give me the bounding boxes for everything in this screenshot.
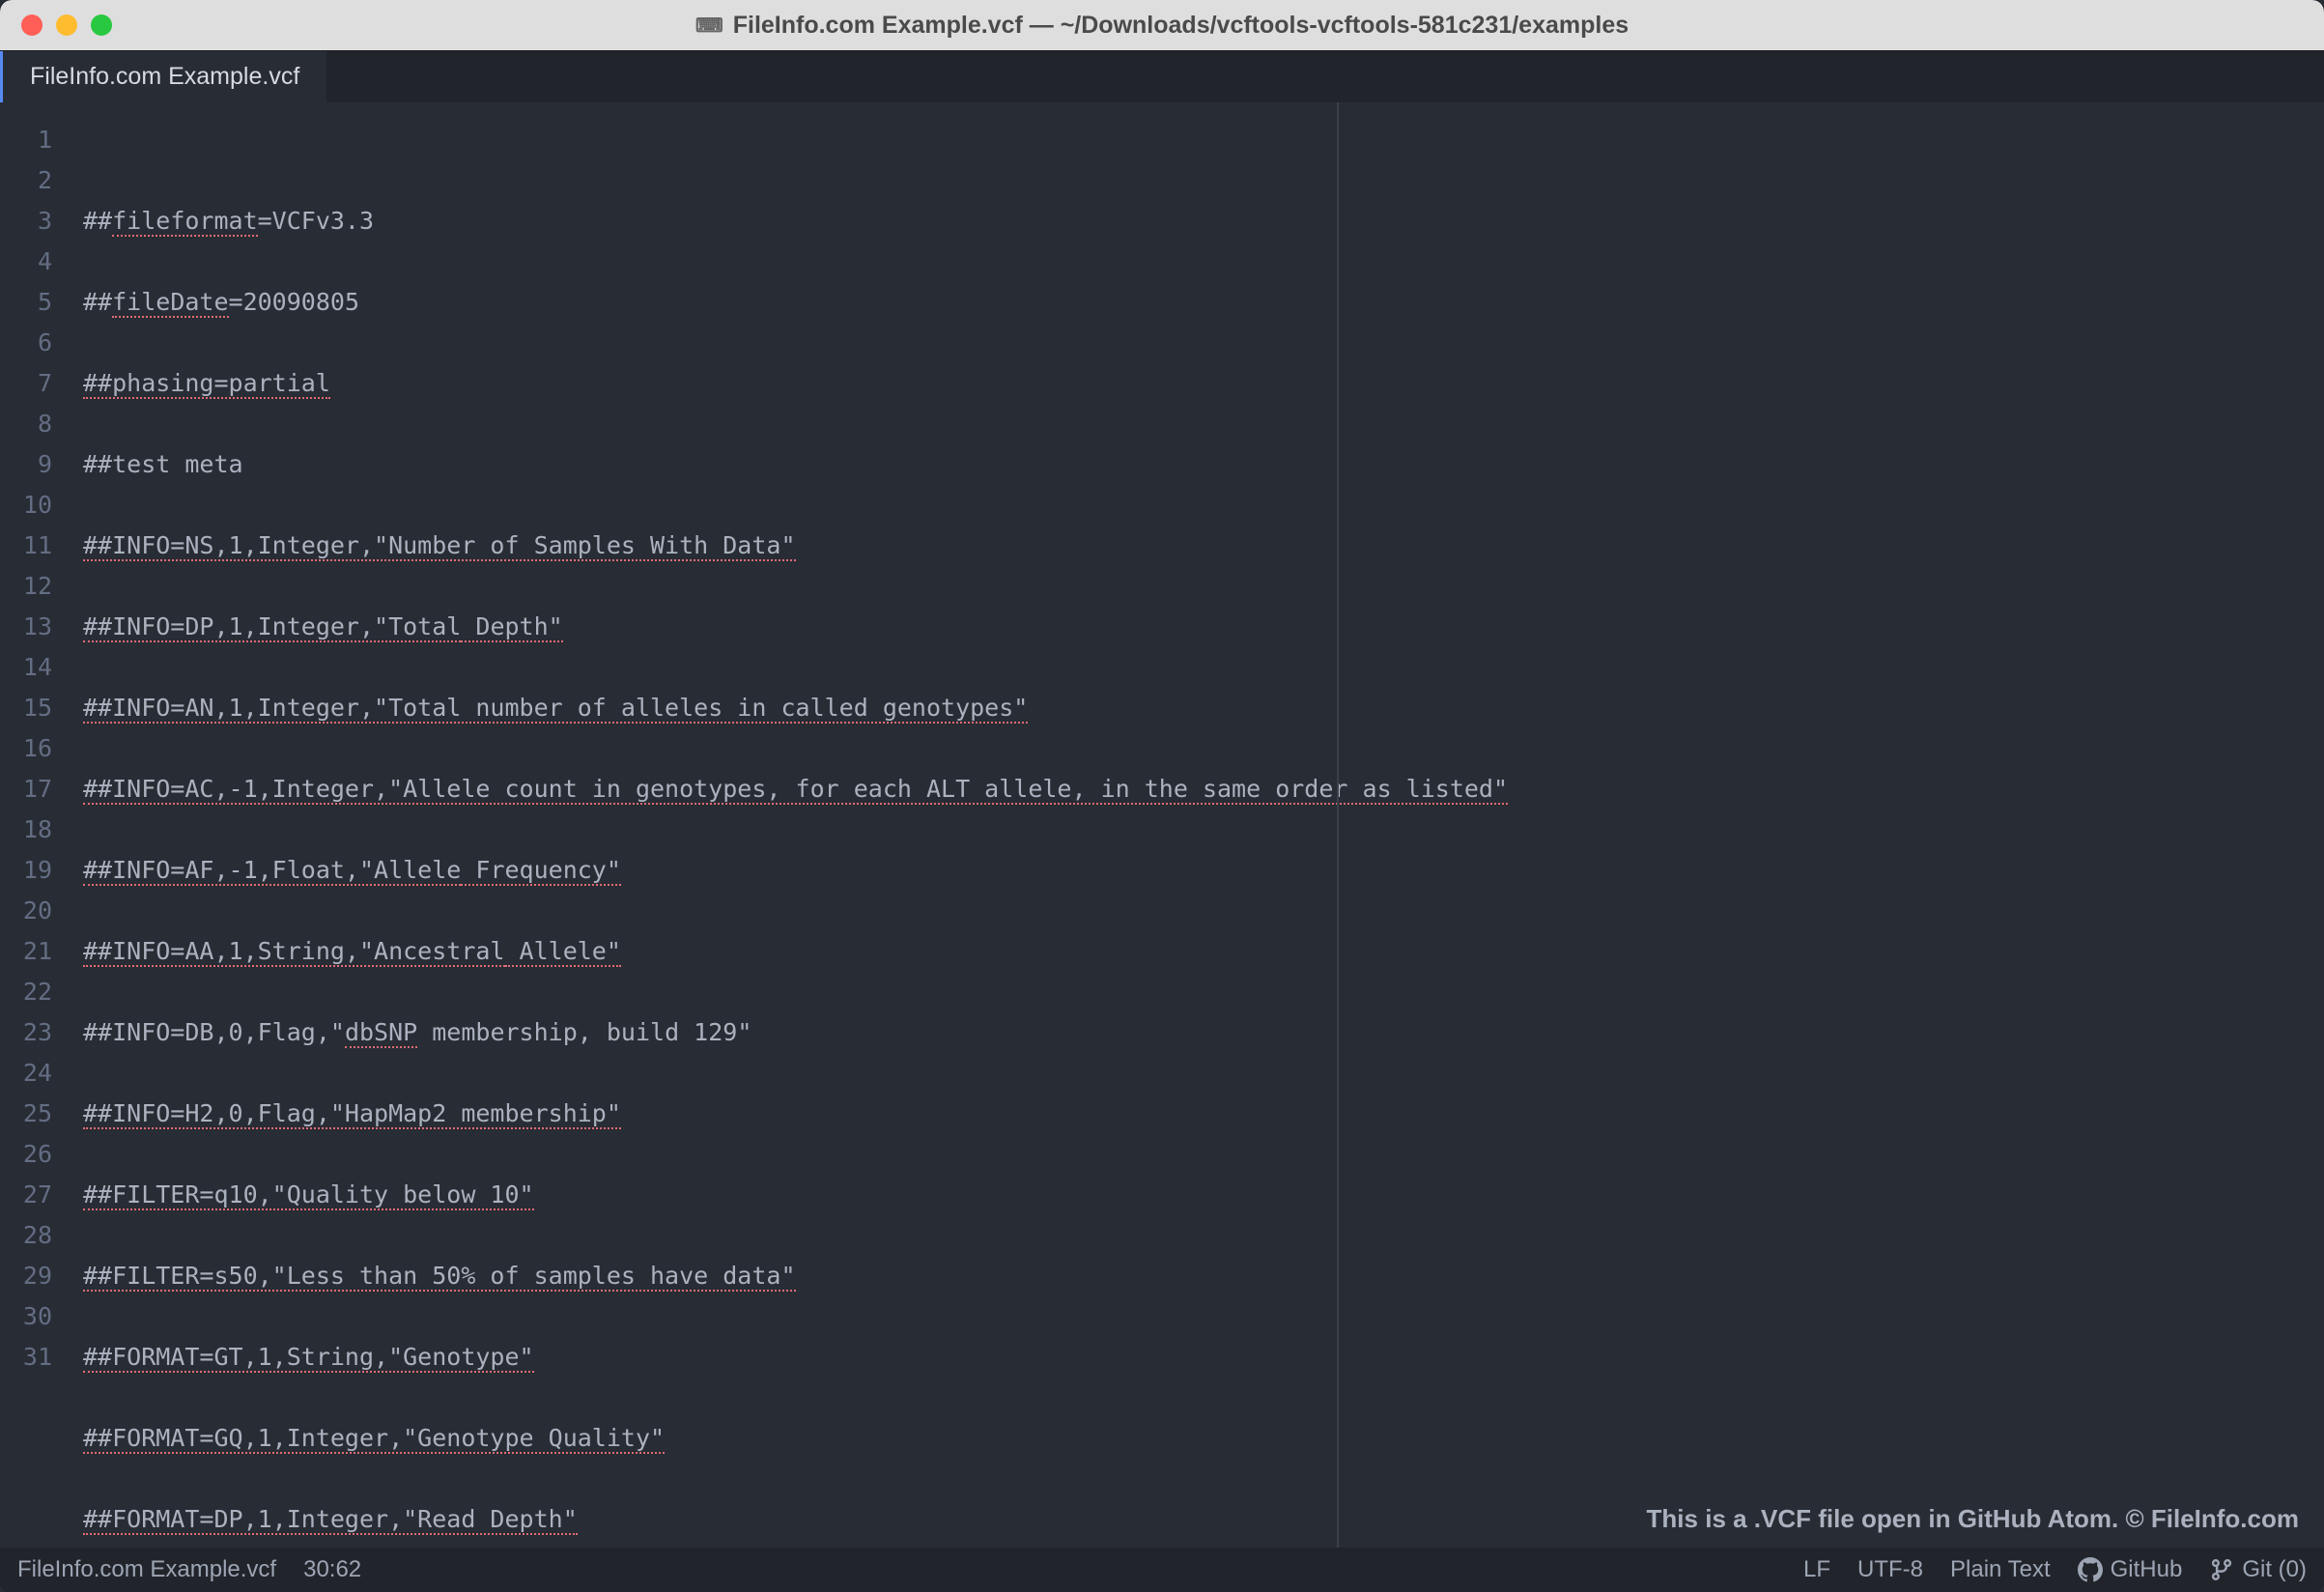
code-line: ##FORMAT=GT,1,String,"Genotype" <box>83 1337 2324 1378</box>
line-number: 10 <box>0 485 52 526</box>
code-content[interactable]: ##fileformat=VCFv3.3 ##fileDate=20090805… <box>70 102 2324 1548</box>
line-number: 22 <box>0 972 52 1012</box>
line-number: 25 <box>0 1094 52 1134</box>
code-line: ##INFO=DP,1,Integer,"Total Depth" <box>83 607 2324 647</box>
code-line: ##INFO=DB,0,Flag,"dbSNP membership, buil… <box>83 1012 2324 1053</box>
line-number: 21 <box>0 931 52 972</box>
window-title-text: FileInfo.com Example.vcf — ~/Downloads/v… <box>733 12 1629 40</box>
line-number: 2 <box>0 160 52 201</box>
line-number: 6 <box>0 323 52 363</box>
line-number: 23 <box>0 1012 52 1053</box>
line-number: 13 <box>0 607 52 647</box>
document-icon: ⌨ <box>695 14 723 38</box>
github-icon <box>2078 1557 2103 1582</box>
line-number: 11 <box>0 526 52 566</box>
tab-fileinfo-example-vcf[interactable]: FileInfo.com Example.vcf <box>0 51 326 102</box>
editor-area[interactable]: 1234567891011121314151617181920212223242… <box>0 102 2324 1548</box>
code-line: ##phasing=partial <box>83 363 2324 404</box>
line-number: 26 <box>0 1134 52 1175</box>
line-number: 12 <box>0 566 52 607</box>
line-number: 29 <box>0 1256 52 1296</box>
code-line: ##FILTER=q10,"Quality below 10" <box>83 1175 2324 1215</box>
code-line: ##FILTER=s50,"Less than 50% of samples h… <box>83 1256 2324 1296</box>
line-number: 30 <box>0 1296 52 1337</box>
status-git[interactable]: Git (0) <box>2209 1556 2307 1583</box>
tab-label: FileInfo.com Example.vcf <box>30 63 299 91</box>
code-line: ##fileformat=VCFv3.3 <box>83 201 2324 242</box>
line-number: 1 <box>0 120 52 160</box>
code-line: ##INFO=AA,1,String,"Ancestral Allele" <box>83 931 2324 972</box>
line-number: 17 <box>0 769 52 810</box>
code-line: ##INFO=NS,1,Integer,"Number of Samples W… <box>83 526 2324 566</box>
code-line: ##FORMAT=GQ,1,Integer,"Genotype Quality" <box>83 1418 2324 1459</box>
status-github[interactable]: GitHub <box>2078 1556 2183 1583</box>
code-line: ##INFO=H2,0,Flag,"HapMap2 membership" <box>83 1094 2324 1134</box>
status-file-path[interactable]: FileInfo.com Example.vcf <box>17 1556 276 1583</box>
line-number: 7 <box>0 363 52 404</box>
line-number-gutter: 1234567891011121314151617181920212223242… <box>0 102 70 1548</box>
line-number: 4 <box>0 242 52 282</box>
line-number: 16 <box>0 728 52 769</box>
traffic-lights <box>21 14 112 36</box>
close-window-button[interactable] <box>21 14 43 36</box>
git-branch-icon <box>2209 1557 2234 1582</box>
line-number: 27 <box>0 1175 52 1215</box>
status-cursor-position[interactable]: 30:62 <box>303 1556 361 1583</box>
wrap-guide <box>1337 102 1339 1548</box>
line-number: 14 <box>0 647 52 688</box>
status-grammar[interactable]: Plain Text <box>1950 1556 2051 1583</box>
code-line: ##fileDate=20090805 <box>83 282 2324 323</box>
code-line: ##INFO=AF,-1,Float,"Allele Frequency" <box>83 850 2324 891</box>
code-line: ##INFO=AC,-1,Integer,"Allele count in ge… <box>83 769 2324 810</box>
line-number: 20 <box>0 891 52 931</box>
status-line-ending[interactable]: LF <box>1803 1556 1830 1583</box>
line-number: 8 <box>0 404 52 444</box>
line-number: 19 <box>0 850 52 891</box>
line-number: 3 <box>0 201 52 242</box>
line-number: 15 <box>0 688 52 728</box>
watermark-label: This is a .VCF file open in GitHub Atom.… <box>1647 1504 2299 1534</box>
tab-bar: FileInfo.com Example.vcf <box>0 50 2324 102</box>
line-number: 5 <box>0 282 52 323</box>
line-number: 9 <box>0 444 52 485</box>
status-git-label: Git (0) <box>2242 1556 2307 1583</box>
window-title: ⌨ FileInfo.com Example.vcf — ~/Downloads… <box>695 12 1629 40</box>
line-number: 24 <box>0 1053 52 1094</box>
zoom-window-button[interactable] <box>91 14 112 36</box>
code-line: ##test meta <box>83 444 2324 485</box>
line-number: 18 <box>0 810 52 850</box>
code-line: ##INFO=AN,1,Integer,"Total number of all… <box>83 688 2324 728</box>
status-bar: FileInfo.com Example.vcf 30:62 LF UTF-8 … <box>0 1548 2324 1592</box>
minimize-window-button[interactable] <box>56 14 77 36</box>
window-titlebar: ⌨ FileInfo.com Example.vcf — ~/Downloads… <box>0 0 2324 50</box>
status-encoding[interactable]: UTF-8 <box>1857 1556 1923 1583</box>
line-number: 31 <box>0 1337 52 1378</box>
status-github-label: GitHub <box>2111 1556 2183 1583</box>
line-number: 28 <box>0 1215 52 1256</box>
